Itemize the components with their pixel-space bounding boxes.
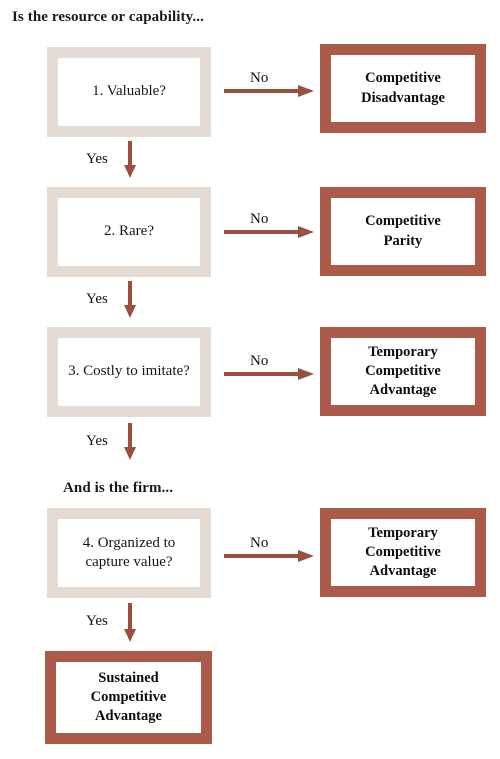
firm-heading: And is the firm... — [63, 480, 174, 496]
question-label-valuable: 1. Valuable? — [92, 83, 166, 100]
outcome-label-competitive-disadvantage: Competitive Disadvantage — [361, 70, 445, 106]
question-box-organized-to-capture-value[interactable]: 4. Organized to capture value? — [47, 508, 211, 598]
question-label-costly-to-imitate: 3. Costly to imitate? — [68, 363, 190, 380]
arrow-no-1 — [224, 85, 314, 97]
question-box-valuable[interactable]: 1. Valuable? — [47, 47, 211, 137]
arrow-yes-4 — [124, 603, 136, 642]
outcome-label-sustained-competitive-advantage: Sustained Competitive Advantage — [90, 669, 167, 725]
question-label-organized-to-capture-value: 4. Organized to capture value? — [82, 534, 176, 570]
outcome-box-sustained-competitive-advantage[interactable]: Sustained Competitive Advantage — [45, 651, 212, 744]
outcome-box-temporary-competitive-advantage-2[interactable]: Temporary Competitive Advantage — [320, 508, 486, 597]
outcome-label-competitive-parity: Competitive Parity — [365, 213, 441, 249]
arrow-no-3 — [224, 368, 314, 380]
arrow-yes-3 — [124, 423, 136, 460]
arrow-no-4 — [224, 550, 314, 562]
edge-label-yes-2: Yes — [86, 291, 108, 307]
question-box-costly-to-imitate[interactable]: 3. Costly to imitate? — [47, 327, 211, 417]
question-box-rare[interactable]: 2. Rare? — [47, 187, 211, 277]
arrow-no-2 — [224, 226, 314, 238]
edge-label-yes-1: Yes — [86, 151, 108, 167]
arrow-yes-1 — [124, 141, 136, 178]
vrio-flowchart: Is the resource or capability... 1. Valu… — [0, 0, 500, 759]
edge-label-yes-4: Yes — [86, 613, 108, 629]
arrow-yes-2 — [124, 281, 136, 318]
question-label-rare: 2. Rare? — [104, 223, 154, 240]
outcome-box-competitive-parity[interactable]: Competitive Parity — [320, 187, 486, 276]
outcome-box-competitive-disadvantage[interactable]: Competitive Disadvantage — [320, 44, 486, 133]
outcome-box-temporary-competitive-advantage-1[interactable]: Temporary Competitive Advantage — [320, 327, 486, 416]
edge-label-yes-3: Yes — [86, 433, 108, 449]
resource-heading: Is the resource or capability... — [12, 9, 204, 25]
outcome-label-temporary-competitive-advantage-1: Temporary Competitive Advantage — [365, 343, 441, 399]
outcome-label-temporary-competitive-advantage-2: Temporary Competitive Advantage — [365, 524, 441, 580]
